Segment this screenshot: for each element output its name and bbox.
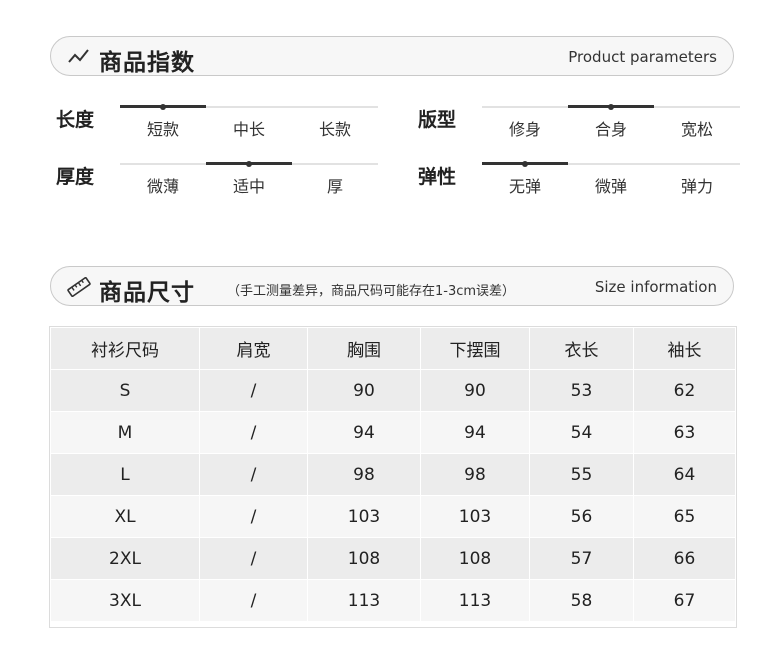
table-header-row: 衬衫尺码 肩宽 胸围 下摆围 衣长 袖长	[50, 327, 736, 370]
table-row: 2XL/108 108 57 66	[50, 537, 736, 580]
param-option: 短款	[146, 120, 179, 139]
header-shoulder: 肩宽	[199, 327, 308, 370]
param-option: 长款	[318, 120, 351, 139]
table-cell: 63	[633, 411, 736, 454]
header-sleeve: 袖长	[633, 327, 736, 370]
param-option: 无弹	[508, 177, 541, 196]
table-cell: 56	[529, 495, 634, 538]
table-cell: 90	[420, 369, 530, 412]
table-cell: 94	[307, 411, 421, 454]
table-cell: 98	[420, 453, 530, 496]
table-cell: 54	[529, 411, 634, 454]
size-table: 衬衫尺码 肩宽 胸围 下摆围 衣长 袖长 S/90 90 53 62 M/94 94 54 6…	[50, 327, 736, 622]
table-cell: XL	[50, 495, 200, 538]
param-option: 适中	[232, 177, 265, 196]
table-cell: 103	[307, 495, 421, 538]
table-cell: 57	[529, 537, 634, 580]
table-cell: 98	[307, 453, 421, 496]
param-selected-dot	[160, 104, 166, 110]
table-cell: 62	[633, 369, 736, 412]
param-option: 厚	[326, 177, 343, 196]
table-cell: /	[199, 411, 308, 454]
header-chest: 胸围	[307, 327, 421, 370]
param-track	[482, 104, 740, 110]
table-cell: 103	[420, 495, 530, 538]
param-option: 修身	[508, 120, 541, 139]
table-cell: 2XL	[50, 537, 200, 580]
trend-line-icon	[68, 49, 89, 63]
table-cell: 67	[633, 579, 736, 622]
param-option: 微弹	[594, 177, 627, 196]
table-cell: 53	[529, 369, 634, 412]
table-cell: /	[199, 579, 308, 622]
table-row: S/90 90 53 62	[50, 369, 736, 412]
table-row: 3XL/113 113 58 67	[50, 579, 736, 622]
table-cell: 108	[307, 537, 421, 580]
table-cell: 113	[307, 579, 421, 622]
table-cell: 58	[529, 579, 634, 622]
table-cell: M	[50, 411, 200, 454]
table-cell: 55	[529, 453, 634, 496]
table-row: XL/103 103 56 65	[50, 495, 736, 538]
ruler-icon	[67, 277, 91, 297]
table-cell: 65	[633, 495, 736, 538]
table-cell: 113	[420, 579, 530, 622]
table-cell: 108	[420, 537, 530, 580]
product-parameters-header: 商品指数 Product parameters	[50, 36, 734, 76]
param-label: 厚度	[56, 166, 95, 188]
param-label: 长度	[56, 109, 95, 131]
param-option: 合身	[594, 120, 627, 139]
header-size: 衬衫尺码	[50, 327, 200, 370]
header-length: 衣长	[529, 327, 634, 370]
table-cell: 66	[633, 537, 736, 580]
param-option: 微薄	[146, 177, 179, 196]
table-row: L/98 98 55 64	[50, 453, 736, 496]
param-selected-dot	[522, 161, 528, 167]
table-cell: 90	[307, 369, 421, 412]
table-cell: L	[50, 453, 200, 496]
table-row: M/94 94 54 63	[50, 411, 736, 454]
param-option: 宽松	[680, 120, 713, 139]
param-selected-dot	[608, 104, 614, 110]
table-cell: S	[50, 369, 200, 412]
section-title-en: Product parameters	[568, 48, 717, 66]
param-option: 中长	[232, 120, 265, 139]
table-cell: 94	[420, 411, 530, 454]
param-option: 弹力	[680, 177, 713, 196]
table-cell: 64	[633, 453, 736, 496]
section-title: 商品指数	[99, 50, 195, 76]
table-cell: /	[199, 369, 308, 412]
param-label: 版型	[418, 109, 457, 131]
section-title-en: Size information	[594, 278, 717, 296]
table-cell: /	[199, 495, 308, 538]
param-track	[482, 161, 740, 167]
section-title: 商品尺寸	[99, 280, 195, 306]
table-cell: 3XL	[50, 579, 200, 622]
size-information-header: 商品尺寸 （手工测量差异，商品尺码可能存在1-3cm误差） Size infor…	[50, 266, 734, 306]
measurement-note: （手工测量差异，商品尺码可能存在1-3cm误差）	[227, 284, 516, 299]
param-track	[120, 161, 378, 167]
table-cell: /	[199, 453, 308, 496]
table-cell: /	[199, 537, 308, 580]
header-hem: 下摆围	[420, 327, 530, 370]
param-track	[120, 104, 378, 110]
param-selected-dot	[246, 161, 252, 167]
param-label: 弹性	[418, 166, 457, 188]
